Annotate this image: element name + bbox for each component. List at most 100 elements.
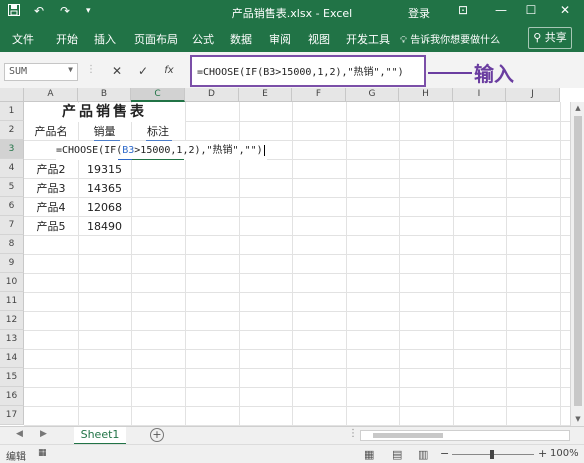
row-header-8[interactable]: 8 <box>0 235 24 254</box>
scrollbar-thumb[interactable] <box>574 116 582 406</box>
row-header-15[interactable]: 15 <box>0 368 24 387</box>
gridline <box>346 102 347 426</box>
ribbon-tabs: 文件 开始 插入 页面布局 公式 数据 审阅 视图 开发工具 💡︎ 告诉我你想要… <box>0 24 584 52</box>
column-header-e[interactable]: E <box>239 88 292 102</box>
name-box[interactable]: SUM ▼ <box>4 63 78 81</box>
row-header-2[interactable]: 2 <box>0 121 24 140</box>
scroll-down-icon[interactable]: ▼ <box>571 415 584 423</box>
tab-formulas[interactable]: 公式 <box>192 31 214 47</box>
tab-view[interactable]: 视图 <box>308 31 330 47</box>
zoom-slider[interactable] <box>452 450 534 459</box>
table-cell-sales[interactable]: 14365 <box>78 179 131 198</box>
close-button[interactable]: ✕ <box>556 3 574 17</box>
normal-view-icon[interactable]: ▦ <box>364 448 374 461</box>
chevron-down-icon[interactable]: ▼ <box>68 65 73 74</box>
tab-page-layout[interactable]: 页面布局 <box>134 31 178 47</box>
row-header-7[interactable]: 7 <box>0 216 24 235</box>
row-header-14[interactable]: 14 <box>0 349 24 368</box>
add-sheet-button[interactable]: + <box>150 428 164 442</box>
select-all-button[interactable] <box>0 88 24 102</box>
scroll-up-icon[interactable]: ▲ <box>571 104 584 112</box>
header-cell-note[interactable]: 标注 <box>131 122 185 141</box>
title-bar: ↶ ↷ ▾ 产品销售表.xlsx - Excel 登录 ⊡ — ☐ ✕ <box>0 0 584 24</box>
enter-icon[interactable]: ✓ <box>136 64 150 78</box>
sheet-tab-sheet1[interactable]: Sheet1 <box>74 427 126 445</box>
column-header-b[interactable]: B <box>78 88 131 102</box>
tab-data[interactable]: 数据 <box>230 31 252 47</box>
cancel-icon[interactable]: ✕ <box>110 64 124 78</box>
spreadsheet-grid[interactable]: A B C D E F G H I J 1 2 3 4 5 6 7 8 9 10… <box>0 88 584 426</box>
tell-me-search[interactable]: 💡︎ 告诉我你想要做什么 <box>400 31 500 46</box>
tab-insert[interactable]: 插入 <box>94 31 116 47</box>
formula-text-after: >15000,1,2),"热销","") <box>134 145 263 156</box>
prev-sheet-icon[interactable]: ◀ <box>16 429 23 439</box>
scrollbar-thumb[interactable] <box>373 433 443 438</box>
page-break-view-icon[interactable]: ▥ <box>418 448 428 461</box>
row-header-10[interactable]: 10 <box>0 273 24 292</box>
page-layout-view-icon[interactable]: ▤ <box>392 448 402 461</box>
formula-input[interactable]: =CHOOSE(IF(B3>15000,1,2),"热销","") <box>190 55 426 87</box>
horizontal-scrollbar[interactable] <box>360 430 570 441</box>
sign-in-link[interactable]: 登录 <box>408 5 430 21</box>
table-title-cell[interactable]: 产品销售表 <box>24 103 185 122</box>
separator-dots: ⋮ <box>86 64 96 75</box>
zoom-in-button[interactable]: + <box>538 447 547 460</box>
row-header-17[interactable]: 17 <box>0 406 24 425</box>
column-header-d[interactable]: D <box>185 88 239 102</box>
row-header-1[interactable]: 1 <box>0 102 24 121</box>
table-cell-product[interactable]: 产品3 <box>24 179 78 198</box>
row-header-11[interactable]: 11 <box>0 292 24 311</box>
header-cell-product[interactable]: 产品名 <box>24 122 78 141</box>
table-cell-product[interactable]: 产品5 <box>24 217 78 236</box>
row-header-16[interactable]: 16 <box>0 387 24 406</box>
macro-record-icon[interactable]: ▦ <box>38 448 47 458</box>
gridline <box>24 254 570 255</box>
row-header-6[interactable]: 6 <box>0 197 24 216</box>
gridline <box>506 102 507 426</box>
tab-developer[interactable]: 开发工具 <box>346 31 390 47</box>
insert-function-icon[interactable]: fx <box>162 65 176 76</box>
zoom-slider-knob[interactable] <box>490 450 494 459</box>
tab-file[interactable]: 文件 <box>12 31 34 47</box>
editing-cell-c3[interactable]: =CHOOSE(IF(B3>15000,1,2),"热销","") <box>56 141 267 160</box>
share-button[interactable]: ⚲ 共享 <box>528 27 572 49</box>
next-sheet-icon[interactable]: ▶ <box>40 429 47 439</box>
row-header-4[interactable]: 4 <box>0 159 24 178</box>
cell-reference: B3 <box>122 145 135 156</box>
tell-me-text: 告诉我你想要做什么 <box>410 35 501 46</box>
tab-splitter[interactable]: ⋮ <box>348 428 358 439</box>
status-mode: 编辑 <box>6 452 26 463</box>
row-header-5[interactable]: 5 <box>0 178 24 197</box>
tab-home[interactable]: 开始 <box>56 31 78 47</box>
zoom-level[interactable]: 100% <box>550 448 579 459</box>
table-cell-product[interactable]: 产品4 <box>24 198 78 217</box>
column-header-f[interactable]: F <box>292 88 346 102</box>
row-header-12[interactable]: 12 <box>0 311 24 330</box>
gridline <box>24 330 570 331</box>
table-cell-sales[interactable]: 19315 <box>78 160 131 179</box>
tab-review[interactable]: 审阅 <box>269 31 291 47</box>
table-cell-sales[interactable]: 18490 <box>78 217 131 236</box>
lightbulb-icon: 💡︎ <box>400 35 407 46</box>
gridline <box>24 406 570 407</box>
table-cell-sales[interactable]: 12068 <box>78 198 131 217</box>
minimize-button[interactable]: — <box>492 3 510 17</box>
table-cell-product[interactable]: 产品2 <box>24 160 78 179</box>
column-header-a[interactable]: A <box>24 88 78 102</box>
header-cell-sales[interactable]: 销量 <box>78 122 131 141</box>
column-header-c[interactable]: C <box>131 88 185 102</box>
ribbon-display-options-icon[interactable]: ⊡ <box>454 3 472 17</box>
formula-text-before: =CHOOSE(IF( <box>56 145 123 156</box>
annotation-arrow <box>428 72 472 74</box>
gridline <box>24 292 570 293</box>
column-header-h[interactable]: H <box>399 88 453 102</box>
zoom-out-button[interactable]: − <box>440 447 449 460</box>
row-header-13[interactable]: 13 <box>0 330 24 349</box>
column-header-g[interactable]: G <box>346 88 399 102</box>
row-header-9[interactable]: 9 <box>0 254 24 273</box>
maximize-button[interactable]: ☐ <box>522 3 540 17</box>
vertical-scrollbar[interactable]: ▲ ▼ <box>570 102 584 426</box>
row-header-3[interactable]: 3 <box>0 140 24 159</box>
column-header-j[interactable]: J <box>506 88 560 102</box>
column-header-i[interactable]: I <box>453 88 506 102</box>
